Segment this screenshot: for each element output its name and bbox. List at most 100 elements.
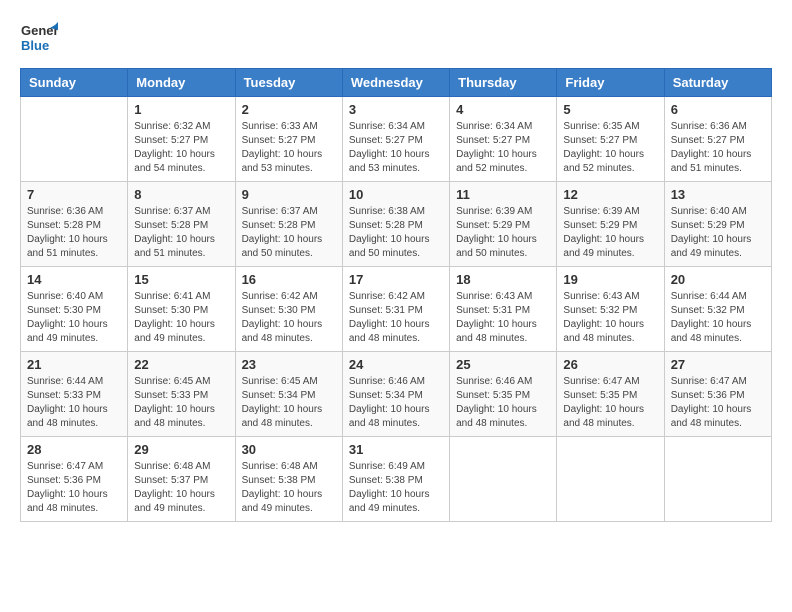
day-number: 31 [349, 442, 443, 457]
calendar-cell: 29 Sunrise: 6:48 AM Sunset: 5:37 PM Dayli… [128, 437, 235, 522]
day-info: Sunrise: 6:46 AM Sunset: 5:35 PM Dayligh… [456, 375, 550, 431]
day-of-week-tuesday: Tuesday [235, 69, 342, 97]
day-number: 3 [349, 102, 443, 117]
day-number: 8 [134, 187, 228, 202]
day-info: Sunrise: 6:48 AM Sunset: 5:38 PM Dayligh… [242, 460, 336, 516]
calendar-header-row: SundayMondayTuesdayWednesdayThursdayFrid… [21, 69, 772, 97]
day-info: Sunrise: 6:34 AM Sunset: 5:27 PM Dayligh… [349, 120, 443, 176]
logo-svg: General Blue [20, 20, 58, 58]
day-info: Sunrise: 6:43 AM Sunset: 5:32 PM Dayligh… [563, 290, 657, 346]
day-info: Sunrise: 6:39 AM Sunset: 5:29 PM Dayligh… [456, 205, 550, 261]
day-info: Sunrise: 6:47 AM Sunset: 5:35 PM Dayligh… [563, 375, 657, 431]
day-info: Sunrise: 6:37 AM Sunset: 5:28 PM Dayligh… [134, 205, 228, 261]
day-info: Sunrise: 6:44 AM Sunset: 5:33 PM Dayligh… [27, 375, 121, 431]
day-number: 4 [456, 102, 550, 117]
day-info: Sunrise: 6:39 AM Sunset: 5:29 PM Dayligh… [563, 205, 657, 261]
day-number: 22 [134, 357, 228, 372]
day-number: 13 [671, 187, 765, 202]
day-info: Sunrise: 6:43 AM Sunset: 5:31 PM Dayligh… [456, 290, 550, 346]
day-number: 19 [563, 272, 657, 287]
day-info: Sunrise: 6:49 AM Sunset: 5:38 PM Dayligh… [349, 460, 443, 516]
calendar-cell: 21 Sunrise: 6:44 AM Sunset: 5:33 PM Dayli… [21, 352, 128, 437]
day-info: Sunrise: 6:46 AM Sunset: 5:34 PM Dayligh… [349, 375, 443, 431]
day-info: Sunrise: 6:47 AM Sunset: 5:36 PM Dayligh… [671, 375, 765, 431]
day-number: 7 [27, 187, 121, 202]
calendar-cell [664, 437, 771, 522]
calendar-cell: 28 Sunrise: 6:47 AM Sunset: 5:36 PM Dayli… [21, 437, 128, 522]
day-info: Sunrise: 6:32 AM Sunset: 5:27 PM Dayligh… [134, 120, 228, 176]
calendar-cell: 4 Sunrise: 6:34 AM Sunset: 5:27 PM Daylig… [450, 97, 557, 182]
day-number: 17 [349, 272, 443, 287]
calendar-table: SundayMondayTuesdayWednesdayThursdayFrid… [20, 68, 772, 522]
calendar-cell: 13 Sunrise: 6:40 AM Sunset: 5:29 PM Dayli… [664, 182, 771, 267]
calendar-cell: 6 Sunrise: 6:36 AM Sunset: 5:27 PM Daylig… [664, 97, 771, 182]
day-number: 12 [563, 187, 657, 202]
calendar-cell: 2Sunrise: 6:33 AM Sunset: 5:27 PM Daylig… [235, 97, 342, 182]
day-number: 25 [456, 357, 550, 372]
svg-text:Blue: Blue [21, 38, 49, 53]
calendar-cell [21, 97, 128, 182]
day-number: 6 [671, 102, 765, 117]
day-info: Sunrise: 6:41 AM Sunset: 5:30 PM Dayligh… [134, 290, 228, 346]
logo: General Blue [20, 20, 58, 58]
day-info: Sunrise: 6:40 AM Sunset: 5:29 PM Dayligh… [671, 205, 765, 261]
calendar-week-1: 1Sunrise: 6:32 AM Sunset: 5:27 PM Daylig… [21, 97, 772, 182]
day-info: Sunrise: 6:42 AM Sunset: 5:31 PM Dayligh… [349, 290, 443, 346]
calendar-week-2: 7 Sunrise: 6:36 AM Sunset: 5:28 PM Daylig… [21, 182, 772, 267]
calendar-cell: 19 Sunrise: 6:43 AM Sunset: 5:32 PM Dayli… [557, 267, 664, 352]
calendar-cell: 31 Sunrise: 6:49 AM Sunset: 5:38 PM Dayli… [342, 437, 449, 522]
calendar-cell: 26 Sunrise: 6:47 AM Sunset: 5:35 PM Dayli… [557, 352, 664, 437]
day-info: Sunrise: 6:36 AM Sunset: 5:27 PM Dayligh… [671, 120, 765, 176]
day-info: Sunrise: 6:35 AM Sunset: 5:27 PM Dayligh… [563, 120, 657, 176]
calendar-cell: 8 Sunrise: 6:37 AM Sunset: 5:28 PM Daylig… [128, 182, 235, 267]
calendar-cell [557, 437, 664, 522]
calendar-cell: 30 Sunrise: 6:48 AM Sunset: 5:38 PM Dayli… [235, 437, 342, 522]
day-number: 27 [671, 357, 765, 372]
day-info: Sunrise: 6:40 AM Sunset: 5:30 PM Dayligh… [27, 290, 121, 346]
day-number: 9 [242, 187, 336, 202]
calendar-cell: 9Sunrise: 6:37 AM Sunset: 5:28 PM Daylig… [235, 182, 342, 267]
calendar-week-4: 21 Sunrise: 6:44 AM Sunset: 5:33 PM Dayli… [21, 352, 772, 437]
calendar-cell: 16Sunrise: 6:42 AM Sunset: 5:30 PM Dayli… [235, 267, 342, 352]
day-number: 24 [349, 357, 443, 372]
day-number: 29 [134, 442, 228, 457]
day-number: 18 [456, 272, 550, 287]
day-number: 26 [563, 357, 657, 372]
day-info: Sunrise: 6:44 AM Sunset: 5:32 PM Dayligh… [671, 290, 765, 346]
day-number: 15 [134, 272, 228, 287]
day-info: Sunrise: 6:47 AM Sunset: 5:36 PM Dayligh… [27, 460, 121, 516]
calendar-cell: 20 Sunrise: 6:44 AM Sunset: 5:32 PM Dayli… [664, 267, 771, 352]
day-number: 20 [671, 272, 765, 287]
calendar-cell: 1Sunrise: 6:32 AM Sunset: 5:27 PM Daylig… [128, 97, 235, 182]
calendar-cell: 12 Sunrise: 6:39 AM Sunset: 5:29 PM Dayli… [557, 182, 664, 267]
svg-text:General: General [21, 23, 58, 38]
calendar-cell: 5 Sunrise: 6:35 AM Sunset: 5:27 PM Daylig… [557, 97, 664, 182]
day-info: Sunrise: 6:33 AM Sunset: 5:27 PM Dayligh… [242, 120, 336, 176]
day-of-week-saturday: Saturday [664, 69, 771, 97]
day-number: 5 [563, 102, 657, 117]
day-of-week-sunday: Sunday [21, 69, 128, 97]
day-info: Sunrise: 6:42 AM Sunset: 5:30 PM Dayligh… [242, 290, 336, 346]
day-of-week-friday: Friday [557, 69, 664, 97]
day-number: 10 [349, 187, 443, 202]
day-of-week-thursday: Thursday [450, 69, 557, 97]
calendar-cell: 27 Sunrise: 6:47 AM Sunset: 5:36 PM Dayli… [664, 352, 771, 437]
day-info: Sunrise: 6:48 AM Sunset: 5:37 PM Dayligh… [134, 460, 228, 516]
calendar-cell: 3 Sunrise: 6:34 AM Sunset: 5:27 PM Daylig… [342, 97, 449, 182]
calendar-cell: 18 Sunrise: 6:43 AM Sunset: 5:31 PM Dayli… [450, 267, 557, 352]
calendar-cell: 22 Sunrise: 6:45 AM Sunset: 5:33 PM Dayli… [128, 352, 235, 437]
day-info: Sunrise: 6:45 AM Sunset: 5:33 PM Dayligh… [134, 375, 228, 431]
day-info: Sunrise: 6:45 AM Sunset: 5:34 PM Dayligh… [242, 375, 336, 431]
day-number: 21 [27, 357, 121, 372]
calendar-cell: 23 Sunrise: 6:45 AM Sunset: 5:34 PM Dayli… [235, 352, 342, 437]
day-number: 28 [27, 442, 121, 457]
calendar-cell: 24 Sunrise: 6:46 AM Sunset: 5:34 PM Dayli… [342, 352, 449, 437]
page-header: General Blue [20, 20, 772, 58]
calendar-cell: 7 Sunrise: 6:36 AM Sunset: 5:28 PM Daylig… [21, 182, 128, 267]
day-number: 30 [242, 442, 336, 457]
day-info: Sunrise: 6:36 AM Sunset: 5:28 PM Dayligh… [27, 205, 121, 261]
calendar-cell: 11Sunrise: 6:39 AM Sunset: 5:29 PM Dayli… [450, 182, 557, 267]
day-info: Sunrise: 6:34 AM Sunset: 5:27 PM Dayligh… [456, 120, 550, 176]
day-of-week-wednesday: Wednesday [342, 69, 449, 97]
day-number: 23 [242, 357, 336, 372]
